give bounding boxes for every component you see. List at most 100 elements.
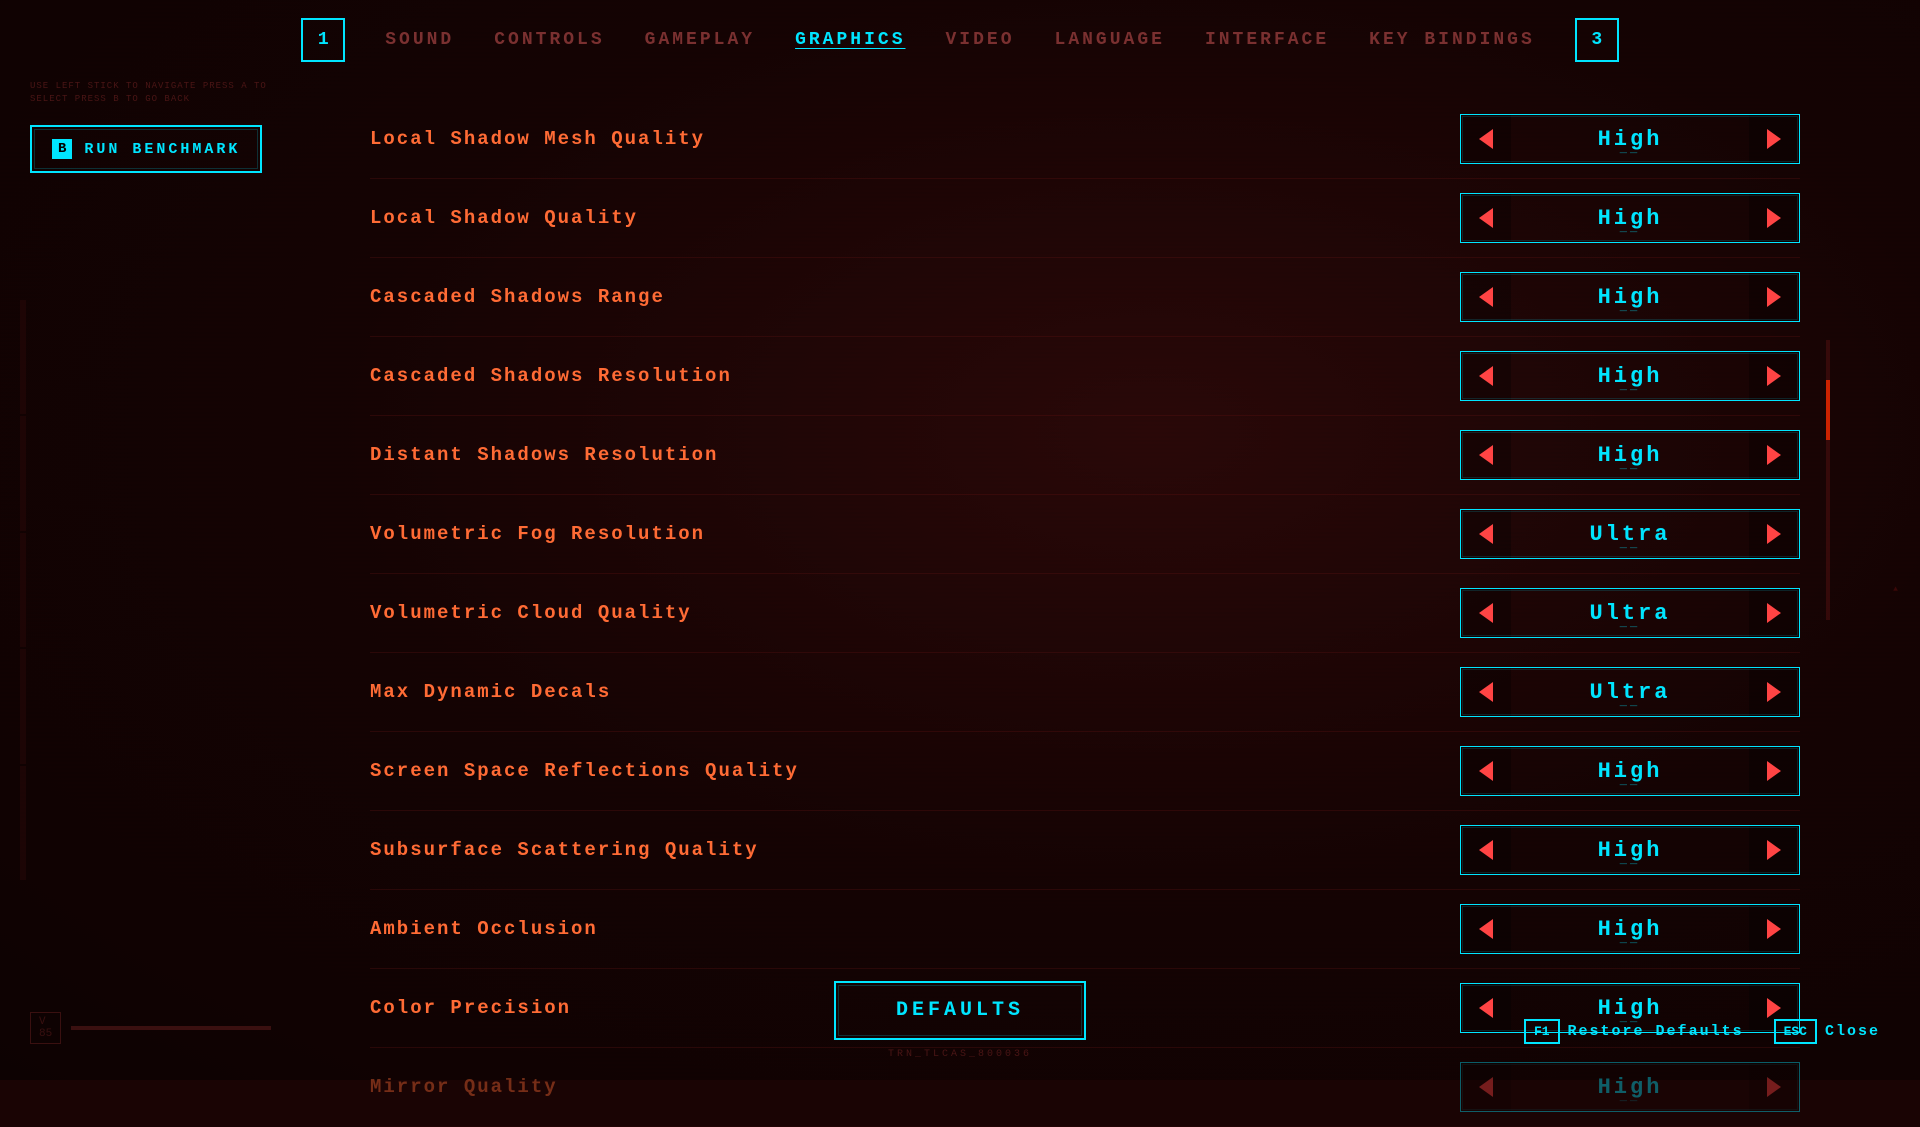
nav-bracket-right: 3 (1575, 18, 1619, 62)
setting-value-screen-space-reflections: High (1511, 759, 1749, 784)
setting-value-mirror-quality: High (1511, 1075, 1749, 1100)
left-sidebar: USE LEFT STICK TO NAVIGATE PRESS A TO SE… (30, 80, 310, 173)
nav-sound[interactable]: SOUND (385, 30, 454, 50)
version-num: 85 (39, 1028, 52, 1040)
arrow-left-local-shadow[interactable] (1461, 194, 1511, 242)
setting-control-subsurface-scattering: High (1460, 825, 1800, 875)
setting-value-distant-shadows: High (1511, 443, 1749, 468)
close-key: ESC (1774, 1019, 1817, 1044)
bottom-right-actions: F1 Restore Defaults ESC Close (1524, 1019, 1880, 1044)
setting-control-mirror-quality: High (1460, 1062, 1800, 1112)
setting-row-max-dynamic-decals: Max Dynamic Decals Ultra (370, 653, 1800, 732)
arrow-right-volumetric-fog[interactable] (1749, 510, 1799, 558)
arrow-right-cascaded-range[interactable] (1749, 273, 1799, 321)
nav-interface[interactable]: INTERFACE (1205, 30, 1329, 50)
arrow-left-volumetric-cloud[interactable] (1461, 589, 1511, 637)
arrow-left-volumetric-fog[interactable] (1461, 510, 1511, 558)
restore-label: Restore Defaults (1568, 1023, 1744, 1040)
arrow-right-local-shadow[interactable] (1749, 194, 1799, 242)
nav-controls[interactable]: CONTROLS (494, 30, 604, 50)
setting-value-cascaded-range: High (1511, 285, 1749, 310)
arrow-left-local-shadow-mesh[interactable] (1461, 115, 1511, 163)
setting-name-screen-space-reflections: Screen Space Reflections Quality (370, 760, 1460, 782)
nav-gameplay[interactable]: GAMEPLAY (645, 30, 755, 50)
scrollbar[interactable] (1826, 340, 1830, 620)
arrow-left-max-dynamic-decals[interactable] (1461, 668, 1511, 716)
nav-graphics[interactable]: GRAPHICS (795, 30, 905, 50)
setting-control-local-shadow: High (1460, 193, 1800, 243)
arrow-left-screen-space-reflections[interactable] (1461, 747, 1511, 795)
sidebar-hint-text: USE LEFT STICK TO NAVIGATE PRESS A TO SE… (30, 80, 310, 105)
setting-name-mirror-quality: Mirror Quality (370, 1076, 1460, 1098)
setting-row-volumetric-cloud: Volumetric Cloud Quality Ultra (370, 574, 1800, 653)
close-action[interactable]: ESC Close (1774, 1019, 1880, 1044)
setting-value-local-shadow-mesh: High (1511, 127, 1749, 152)
setting-value-cascaded-resolution: High (1511, 364, 1749, 389)
arrow-right-cascaded-resolution[interactable] (1749, 352, 1799, 400)
restore-defaults-action[interactable]: F1 Restore Defaults (1524, 1019, 1744, 1044)
defaults-button[interactable]: DEFAULTS (834, 981, 1086, 1040)
arrow-right-distant-shadows[interactable] (1749, 431, 1799, 479)
setting-value-ambient-occlusion: High (1511, 917, 1749, 942)
setting-row-cascaded-range: Cascaded Shadows Range High (370, 258, 1800, 337)
top-navigation: 1 SOUND CONTROLS GAMEPLAY GRAPHICS VIDEO… (0, 0, 1920, 72)
benchmark-label: RUN BENCHMARK (84, 141, 240, 158)
setting-row-volumetric-fog: Volumetric Fog Resolution Ultra (370, 495, 1800, 574)
arrow-right-max-dynamic-decals[interactable] (1749, 668, 1799, 716)
benchmark-key: B (52, 139, 72, 159)
setting-name-ambient-occlusion: Ambient Occlusion (370, 918, 1460, 940)
version-bar (71, 1026, 271, 1030)
left-decoration (20, 300, 26, 880)
arrow-right-mirror-quality[interactable] (1749, 1063, 1799, 1111)
arrow-left-ambient-occlusion[interactable] (1461, 905, 1511, 953)
arrow-right-ambient-occlusion[interactable] (1749, 905, 1799, 953)
scrollbar-thumb[interactable] (1826, 380, 1830, 440)
setting-name-cascaded-resolution: Cascaded Shadows Resolution (370, 365, 1460, 387)
setting-control-cascaded-resolution: High (1460, 351, 1800, 401)
setting-row-distant-shadows: Distant Shadows Resolution High (370, 416, 1800, 495)
setting-name-max-dynamic-decals: Max Dynamic Decals (370, 681, 1460, 703)
setting-control-local-shadow-mesh: High (1460, 114, 1800, 164)
setting-control-volumetric-cloud: Ultra (1460, 588, 1800, 638)
setting-name-local-shadow: Local Shadow Quality (370, 207, 1460, 229)
bottom-left: V 85 (30, 1012, 271, 1044)
arrow-left-cascaded-resolution[interactable] (1461, 352, 1511, 400)
setting-name-volumetric-cloud: Volumetric Cloud Quality (370, 602, 1460, 624)
arrow-right-subsurface-scattering[interactable] (1749, 826, 1799, 874)
restore-key: F1 (1524, 1019, 1560, 1044)
setting-value-max-dynamic-decals: Ultra (1511, 680, 1749, 705)
setting-row-screen-space-reflections: Screen Space Reflections Quality High (370, 732, 1800, 811)
setting-row-cascaded-resolution: Cascaded Shadows Resolution High (370, 337, 1800, 416)
arrow-left-cascaded-range[interactable] (1461, 273, 1511, 321)
version-box: V 85 (30, 1012, 61, 1044)
setting-row-mirror-quality: Mirror Quality High (370, 1048, 1800, 1127)
nav-language[interactable]: LANGUAGE (1055, 30, 1165, 50)
version-v: V (39, 1016, 46, 1028)
arrow-left-subsurface-scattering[interactable] (1461, 826, 1511, 874)
setting-value-local-shadow: High (1511, 206, 1749, 231)
setting-control-ambient-occlusion: High (1460, 904, 1800, 954)
setting-control-volumetric-fog: Ultra (1460, 509, 1800, 559)
setting-name-volumetric-fog: Volumetric Fog Resolution (370, 523, 1460, 545)
setting-control-screen-space-reflections: High (1460, 746, 1800, 796)
arrow-left-distant-shadows[interactable] (1461, 431, 1511, 479)
right-decoration: ▲ (1891, 200, 1900, 980)
arrow-right-local-shadow-mesh[interactable] (1749, 115, 1799, 163)
run-benchmark-button[interactable]: B RUN BENCHMARK (30, 125, 262, 173)
setting-row-subsurface-scattering: Subsurface Scattering Quality High (370, 811, 1800, 890)
settings-panel: Local Shadow Mesh Quality High Local Sha… (370, 100, 1800, 960)
arrow-right-volumetric-cloud[interactable] (1749, 589, 1799, 637)
setting-name-distant-shadows: Distant Shadows Resolution (370, 444, 1460, 466)
setting-name-local-shadow-mesh: Local Shadow Mesh Quality (370, 128, 1460, 150)
setting-control-distant-shadows: High (1460, 430, 1800, 480)
setting-value-subsurface-scattering: High (1511, 838, 1749, 863)
setting-row-local-shadow-mesh: Local Shadow Mesh Quality High (370, 100, 1800, 179)
setting-row-ambient-occlusion: Ambient Occlusion High (370, 890, 1800, 969)
nav-keybindings[interactable]: KEY BINDINGS (1369, 30, 1535, 50)
setting-control-cascaded-range: High (1460, 272, 1800, 322)
arrow-right-screen-space-reflections[interactable] (1749, 747, 1799, 795)
nav-video[interactable]: VIDEO (946, 30, 1015, 50)
arrow-left-mirror-quality[interactable] (1461, 1063, 1511, 1111)
setting-name-subsurface-scattering: Subsurface Scattering Quality (370, 839, 1460, 861)
setting-row-local-shadow: Local Shadow Quality High (370, 179, 1800, 258)
